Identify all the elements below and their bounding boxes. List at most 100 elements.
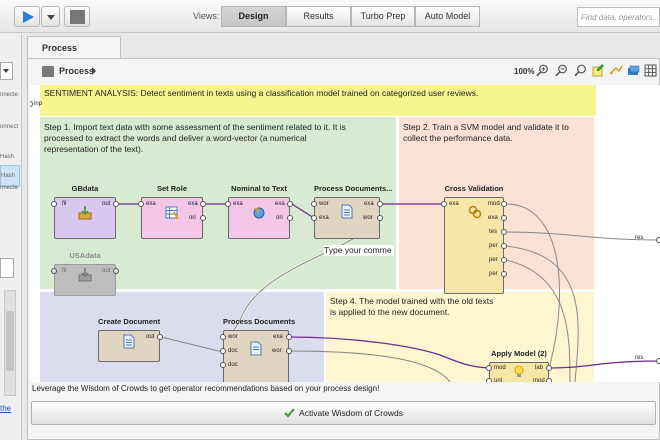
output-port[interactable] — [377, 215, 383, 221]
operator-title: Create Document — [98, 317, 161, 326]
views-label: Views: — [193, 11, 220, 21]
chevron-down-icon — [3, 69, 9, 73]
result-port-1[interactable] — [656, 237, 660, 243]
run-button[interactable] — [14, 6, 40, 27]
output-port[interactable] — [113, 268, 119, 274]
input-port[interactable] — [486, 365, 492, 371]
result-port-label: res — [635, 355, 644, 361]
chevron-down-icon — [47, 15, 55, 20]
repository-item[interactable]: Hash — [0, 154, 14, 160]
operator-create-document[interactable]: Create Document out — [98, 317, 163, 363]
output-port[interactable] — [286, 348, 292, 354]
input-port[interactable] — [51, 268, 57, 274]
output-port[interactable] — [546, 365, 552, 371]
port-label: mod — [533, 378, 545, 382]
output-port[interactable] — [157, 334, 163, 340]
operator-cross-validation[interactable]: Cross Validation exa mod exa tes per per… — [441, 184, 507, 294]
port-label: doc — [228, 362, 238, 368]
operator-set-role[interactable]: Set Role exa exa ori — [138, 184, 206, 242]
port-label: ori — [276, 215, 283, 221]
process-tab[interactable]: Process — [27, 36, 121, 59]
read-file-icon — [78, 268, 92, 282]
panel-scrollbar[interactable] — [4, 290, 16, 396]
zoom-in-icon[interactable] — [536, 64, 549, 77]
input-port[interactable] — [311, 215, 317, 221]
repository-item[interactable]: onnect — [0, 124, 18, 130]
view-tab-results[interactable]: Results — [286, 6, 351, 27]
port-label: out — [102, 268, 111, 274]
output-port[interactable] — [377, 201, 383, 207]
activate-wisdom-button[interactable]: Activate Wisdom of Crowds — [31, 401, 656, 425]
operator-usadata[interactable]: USAdata fil out — [51, 251, 119, 297]
output-port[interactable] — [501, 257, 507, 263]
operator-title: Apply Model (2) — [491, 349, 547, 358]
input-port[interactable] — [51, 201, 57, 207]
output-port[interactable] — [113, 201, 119, 207]
view-tab-design[interactable]: Design — [221, 6, 286, 27]
repository-item[interactable]: nnecte — [0, 92, 18, 98]
zoom-out-icon[interactable] — [555, 64, 568, 77]
auto-wire-icon[interactable] — [610, 64, 623, 77]
input-port[interactable] — [220, 348, 226, 354]
operator-apply-model[interactable]: Apply Model (2) mod unl lab mod — [486, 349, 552, 382]
operator-process-documents-2[interactable]: Process Documents wor doc doc exa wor — [220, 317, 295, 382]
output-port[interactable] — [501, 229, 507, 235]
input-port[interactable] — [441, 201, 447, 207]
port-label: exa — [319, 215, 329, 221]
output-port[interactable] — [501, 271, 507, 277]
order-icon[interactable] — [627, 64, 640, 77]
repository-item[interactable]: nnecte — [0, 185, 18, 191]
process-canvas[interactable]: SENTIMENT ANALYSIS: Detect sentiment in … — [30, 85, 660, 382]
operator-gbdata[interactable]: GBdata fil out — [51, 184, 119, 242]
input-port[interactable] — [220, 362, 226, 368]
output-port[interactable] — [200, 201, 206, 207]
zoom-fit-icon[interactable] — [574, 64, 587, 77]
run-options-button[interactable] — [41, 6, 60, 27]
canvas-comment[interactable]: Type your comme — [324, 245, 394, 256]
main-toolbar: Views: Design Results Turbo Prep Auto Mo… — [0, 0, 660, 33]
output-port[interactable] — [501, 243, 507, 249]
input-port[interactable] — [220, 334, 226, 340]
stop-button[interactable] — [64, 6, 90, 27]
view-tab-turbo-prep[interactable]: Turbo Prep — [351, 6, 415, 27]
output-port[interactable] — [287, 201, 293, 207]
input-port[interactable] — [138, 201, 144, 207]
view-tab-auto-model[interactable]: Auto Model — [415, 6, 480, 27]
play-icon — [23, 11, 34, 23]
operator-title: GBdata — [71, 184, 99, 193]
output-port[interactable] — [287, 215, 293, 221]
grid-icon[interactable] — [644, 64, 657, 77]
breadcrumb-arrow-icon[interactable] — [92, 67, 96, 75]
port-label: wor — [363, 215, 373, 221]
input-port[interactable] — [486, 378, 492, 382]
help-link[interactable]: the — [0, 404, 11, 413]
operator-title: Set Role — [156, 184, 187, 193]
connection — [548, 360, 660, 369]
operator-search-input[interactable] — [0, 258, 14, 278]
add-note-icon[interactable] — [592, 64, 605, 77]
input-port[interactable] — [225, 201, 231, 207]
connection — [289, 350, 451, 382]
operator-nominal-to-text[interactable]: Nominal to Text exa exa ori — [225, 184, 293, 242]
operator-title: Nominal to Text — [231, 184, 287, 193]
document-icon — [341, 204, 353, 219]
result-port-2[interactable] — [656, 358, 660, 364]
global-search-input[interactable]: Find data, operators... — [577, 7, 660, 27]
output-port[interactable] — [200, 215, 206, 221]
breadcrumb[interactable]: Process — [59, 66, 94, 76]
operator-process-documents[interactable]: Process Documents... wor exa exa wor — [311, 184, 392, 242]
stop-icon — [70, 10, 85, 24]
output-port[interactable] — [501, 215, 507, 221]
checkmark-icon — [284, 408, 295, 418]
repository-dropdown[interactable] — [0, 62, 13, 80]
output-port[interactable] — [546, 378, 552, 382]
input-port[interactable] — [311, 201, 317, 207]
activate-wisdom-label: Activate Wisdom of Crowds — [299, 408, 403, 418]
output-port[interactable] — [286, 334, 292, 340]
output-port[interactable] — [501, 201, 507, 207]
repository-item-selected[interactable]: Hash — [0, 165, 20, 187]
port-label: mod — [488, 201, 500, 207]
port-label: mod — [494, 365, 506, 371]
scrollbar-thumb[interactable] — [6, 311, 14, 371]
port-label: exa — [146, 201, 156, 207]
